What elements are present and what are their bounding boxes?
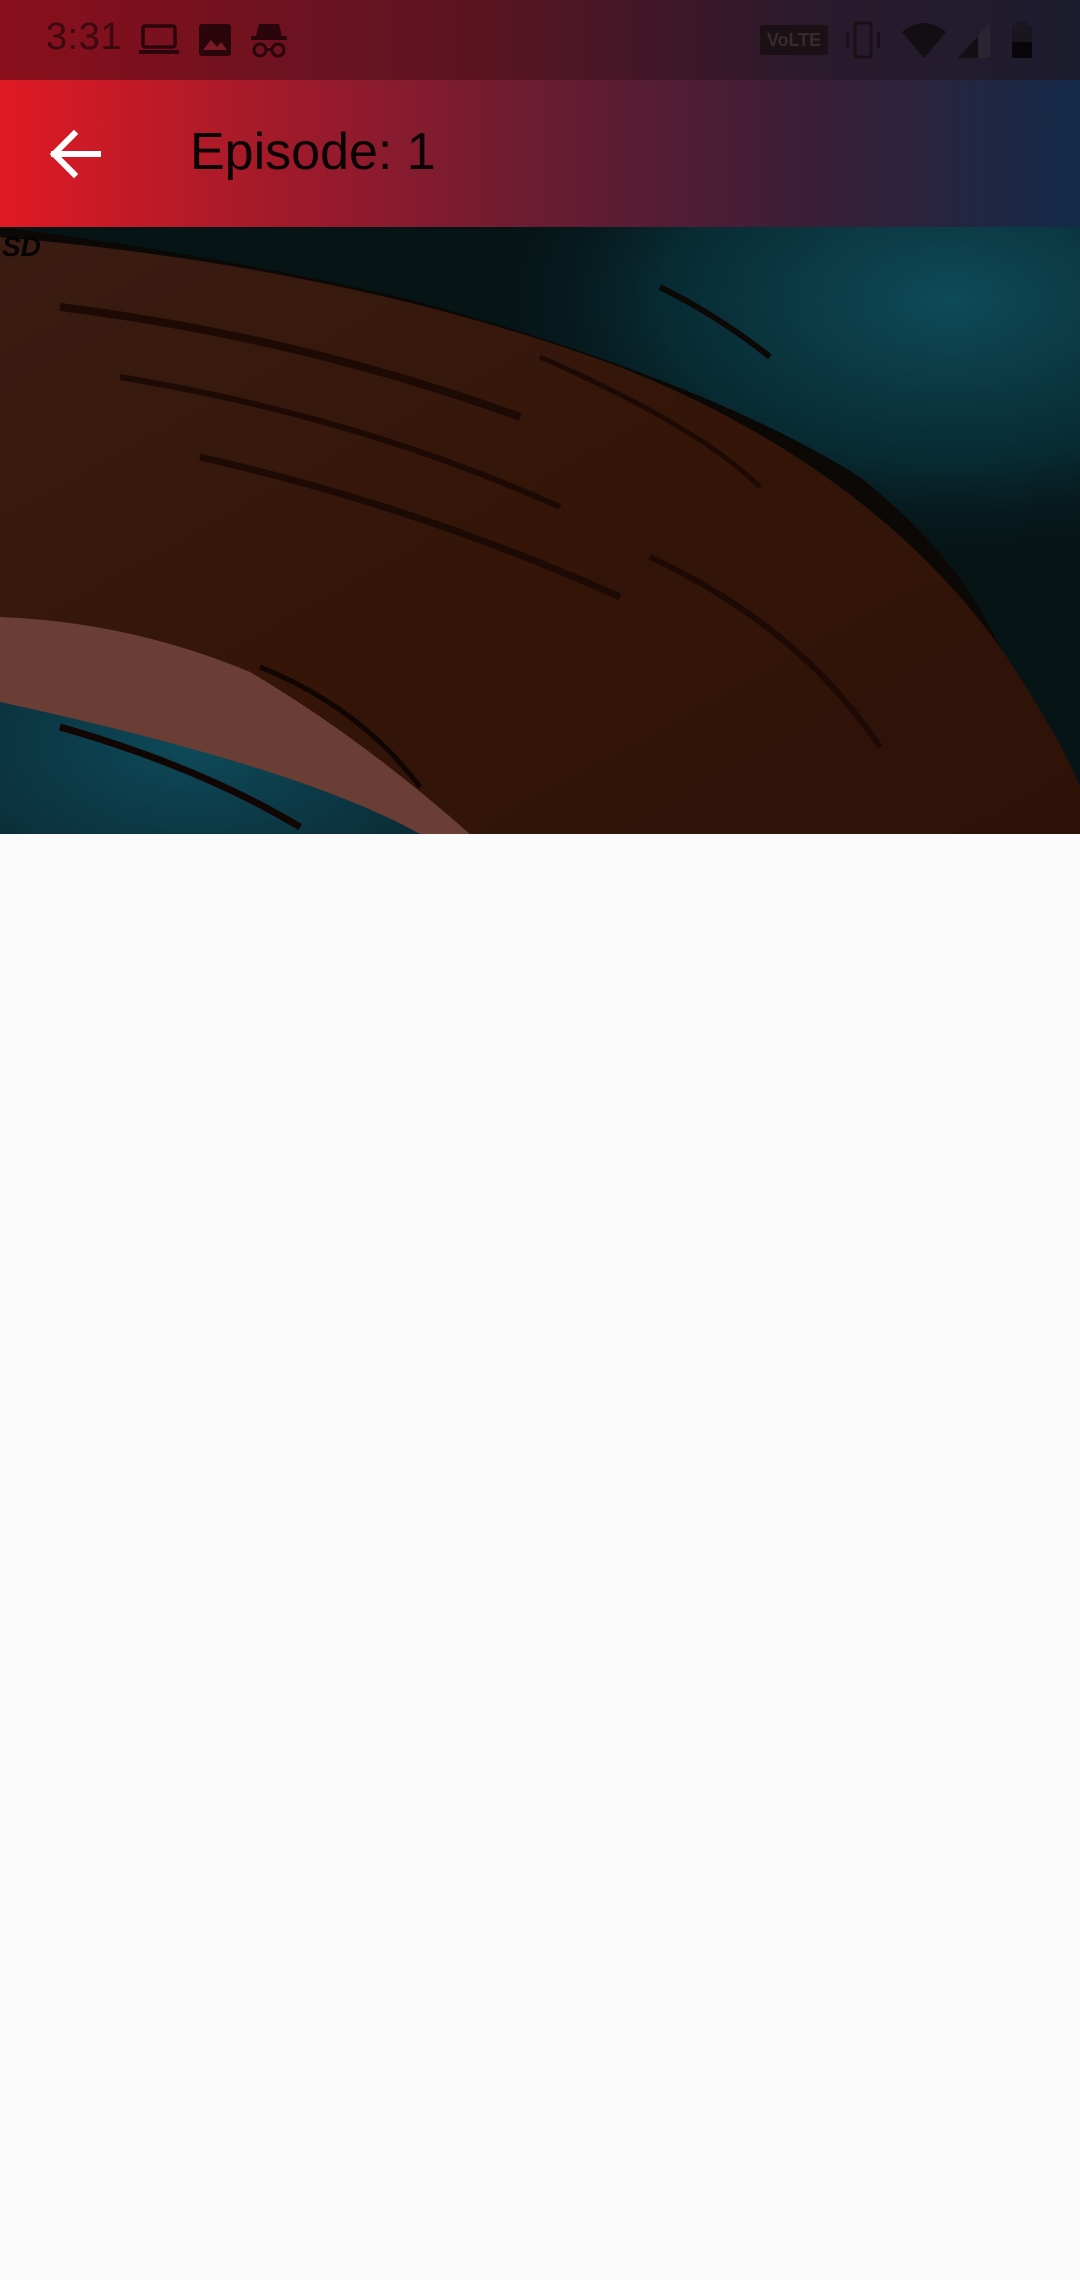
- arrow-back-icon: [30, 129, 118, 202]
- battery-icon: [1010, 20, 1034, 65]
- page-title: Episode: 1: [190, 123, 436, 181]
- screen: 3:31 VoLTE Episode: 1 SD: [0, 0, 1080, 2280]
- app-bar: Episode: 1: [0, 80, 1080, 227]
- back-button[interactable]: [30, 110, 118, 198]
- vibrate-icon: [843, 20, 883, 65]
- content-area: [0, 834, 1080, 2280]
- wifi-icon: [900, 20, 948, 65]
- video-frame: [0, 227, 1080, 834]
- video-player[interactable]: SD: [0, 227, 1080, 834]
- volte-badge: VoLTE: [760, 25, 828, 55]
- status-bar: 3:31 VoLTE: [0, 0, 1080, 80]
- image-icon: [198, 20, 232, 65]
- incognito-icon: [249, 20, 289, 65]
- status-time: 3:31: [46, 16, 122, 58]
- quality-badge: SD: [2, 231, 41, 262]
- laptop-icon: [138, 20, 180, 65]
- signal-icon: [956, 20, 992, 65]
